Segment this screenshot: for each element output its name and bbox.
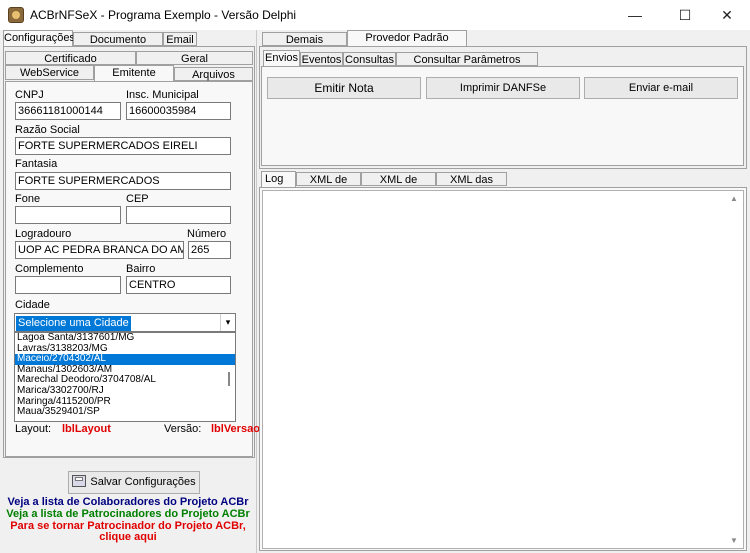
numero-field[interactable]: 265 (188, 241, 231, 259)
tab-consultar-parametros[interactable]: Consultar Parâmetros Municipais (396, 52, 538, 80)
cep-label: CEP (126, 193, 149, 205)
colaboradores-link[interactable]: Veja a lista de Colaboradores do Projeto… (0, 496, 256, 508)
cidade-dropdown-list[interactable]: Lagoa Santa/3137601/MG Lavras/3138203/MG… (14, 332, 236, 422)
logradouro-field[interactable]: UOP AC PEDRA BRANCA DO AMAPARI - (15, 241, 184, 259)
chevron-down-icon[interactable]: ▾ (220, 314, 235, 331)
tab-envios[interactable]: Envios (263, 50, 300, 66)
razao-social-field[interactable]: FORTE SUPERMERCADOS EIRELI (15, 137, 231, 155)
versao-value: lblVersao (211, 423, 260, 435)
tab-xml-retorno[interactable]: XML de Retorno (361, 172, 436, 200)
save-config-label: Salvar Configurações (90, 476, 196, 488)
scrollbar-thumb[interactable] (228, 372, 230, 386)
save-config-button[interactable]: Salvar Configurações (68, 471, 200, 494)
insc-municipal-label: Insc. Municipal (126, 89, 199, 101)
insc-municipal-field[interactable]: 16600035984 (126, 102, 231, 120)
minimize-button[interactable]: — (612, 0, 658, 30)
cidade-selected-value: Selecione uma Cidade (16, 316, 131, 331)
fone-label: Fone (15, 193, 41, 205)
cnpj-field[interactable]: 36661181000144 (15, 102, 121, 120)
tab-webservice[interactable]: WebService (5, 65, 94, 80)
enviar-email-button[interactable]: Enviar e-mail (584, 77, 738, 99)
cep-field[interactable] (126, 206, 231, 224)
window-title: ACBrNFSeX - Programa Exemplo - Versão De… (30, 8, 297, 22)
list-item[interactable]: Maua/3529401/SP (15, 407, 235, 418)
patrocinadores-link[interactable]: Veja a lista de Patrocinadores do Projet… (0, 508, 256, 520)
imprimir-danfse-button[interactable]: Imprimir DANFSe (426, 77, 580, 99)
numero-label: Número (187, 228, 227, 240)
logradouro-label: Logradouro (15, 228, 72, 240)
fone-field[interactable] (15, 206, 121, 224)
tab-emitente[interactable]: Emitente (94, 65, 174, 81)
log-textarea[interactable] (262, 190, 744, 549)
close-button[interactable]: ✕ (704, 0, 750, 30)
emitir-nota-button[interactable]: Emitir Nota (267, 77, 421, 99)
cidade-label: Cidade (15, 299, 50, 311)
tab-consultas[interactable]: Consultas (343, 52, 396, 66)
tab-demais-provedores[interactable]: Demais Provedores (262, 32, 347, 60)
clique-aqui-link[interactable]: clique aqui (0, 531, 256, 543)
tab-geral[interactable]: Geral (136, 51, 253, 65)
tab-arquivos[interactable]: Arquivos (174, 67, 253, 81)
tab-certificado[interactable]: Certificado (5, 51, 136, 65)
fantasia-field[interactable]: FORTE SUPERMERCADOS (15, 172, 231, 190)
tab-provedor-padrao-nacional[interactable]: Provedor Padrão Nacional (347, 30, 467, 58)
layout-value: lblLayout (62, 423, 111, 435)
fantasia-label: Fantasia (15, 158, 58, 170)
layout-label: Layout: (15, 423, 52, 435)
tab-configuracoes[interactable]: Configurações (3, 30, 75, 46)
list-item[interactable]: Lagoa Santa/3137601/MG (15, 332, 235, 344)
scroll-down-icon[interactable]: ▼ (730, 536, 738, 545)
bairro-label: Bairro (126, 263, 156, 275)
scroll-up-icon[interactable]: ▲ (730, 194, 738, 203)
log-scrollbar[interactable] (728, 191, 743, 548)
complemento-label: Complemento (15, 263, 84, 275)
tab-documento-auxiliar[interactable]: Documento Auxiliar (73, 32, 163, 60)
tab-xml-envio[interactable]: XML de Envio (296, 172, 361, 200)
list-item[interactable]: Marica/3302700/RJ (15, 385, 235, 397)
razao-social-label: Razão Social (15, 124, 80, 136)
save-icon (72, 475, 87, 487)
cnpj-label: CNPJ (15, 89, 44, 101)
app-icon (8, 7, 24, 23)
tab-log[interactable]: Log (261, 171, 296, 187)
tab-eventos[interactable]: Eventos (300, 52, 343, 66)
tab-xml-notas[interactable]: XML das Notas (436, 172, 507, 200)
bairro-field[interactable]: CENTRO (126, 276, 231, 294)
versao-label: Versão: (164, 423, 202, 435)
maximize-button[interactable]: ☐ (662, 0, 708, 30)
tab-email[interactable]: Email (163, 32, 197, 46)
cidade-select[interactable]: Selecione uma Cidade (14, 313, 236, 332)
complemento-field[interactable] (15, 276, 121, 294)
